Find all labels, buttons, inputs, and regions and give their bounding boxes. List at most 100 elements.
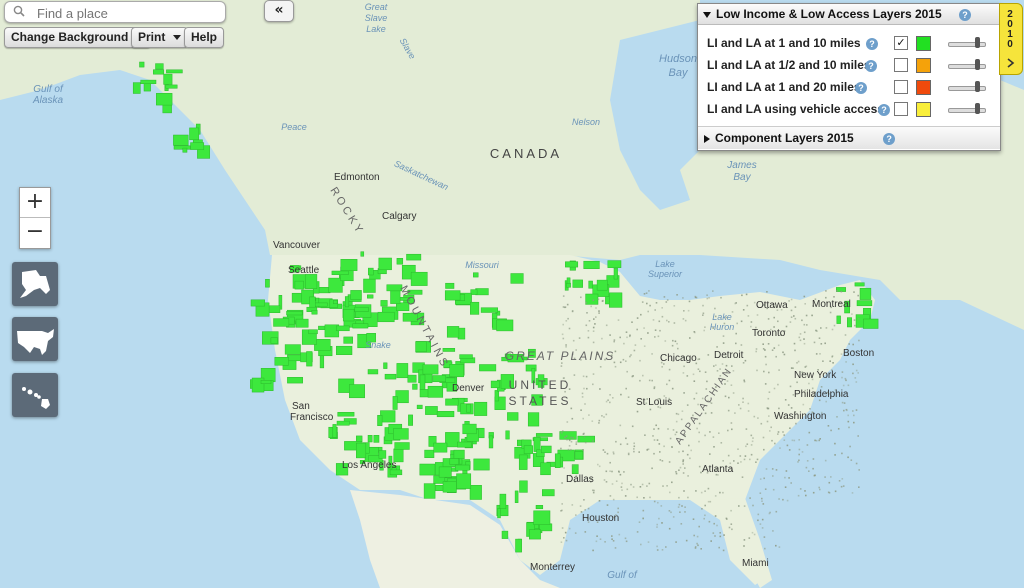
tract-patch	[535, 505, 544, 510]
tract-speckle	[719, 532, 721, 534]
tract-speckle	[627, 452, 630, 455]
tract-patch	[380, 300, 388, 307]
tract-speckle	[778, 369, 780, 371]
tract-speckle	[689, 337, 691, 339]
layer-checkbox[interactable]	[894, 102, 908, 116]
tract-speckle	[741, 476, 744, 478]
tract-speckle	[666, 383, 668, 386]
opacity-slider[interactable]	[948, 64, 986, 69]
tract-speckle	[820, 343, 823, 345]
search-icon	[13, 5, 25, 17]
tract-speckle	[698, 465, 701, 468]
tract-speckle	[743, 379, 745, 382]
tract-speckle	[712, 532, 715, 534]
change-background-button[interactable]: Change Background	[4, 27, 152, 48]
tract-speckle	[678, 451, 680, 453]
zoom-out-button[interactable]: −	[20, 218, 50, 247]
tract-speckle	[798, 453, 800, 456]
tract-speckle	[644, 434, 646, 436]
alaska-view-button[interactable]	[12, 262, 58, 306]
help-button[interactable]: Help	[184, 27, 225, 48]
opacity-slider[interactable]	[948, 42, 986, 47]
tract-speckle	[629, 355, 631, 358]
help-icon[interactable]: ?	[866, 38, 878, 50]
tract-patch	[446, 326, 460, 338]
tract-speckle	[749, 497, 751, 499]
component-layers-header[interactable]: Component Layers 2015 ?	[698, 126, 1000, 149]
tract-speckle	[744, 359, 747, 362]
layer-checkbox[interactable]: ✓	[894, 36, 908, 50]
tract-speckle	[794, 306, 797, 308]
tract-speckle	[592, 341, 595, 344]
opacity-slider[interactable]	[948, 86, 986, 91]
hawaii-view-button[interactable]	[12, 373, 58, 417]
tract-speckle	[641, 301, 644, 303]
tract-speckle	[657, 335, 660, 338]
opacity-slider[interactable]	[948, 108, 986, 113]
layer-checkbox[interactable]	[894, 58, 908, 72]
tract-speckle	[573, 374, 576, 376]
search-input[interactable]	[35, 4, 219, 22]
tract-speckle	[592, 330, 595, 332]
layer-row-half-10[interactable]: LI and LA at 1/2 and 10 miles ?	[698, 56, 1000, 74]
tract-speckle	[837, 428, 840, 430]
tract-speckle	[762, 436, 765, 439]
layer-row-1-10[interactable]: LI and LA at 1 and 10 miles ? ✓	[698, 34, 1000, 52]
zoom-in-button[interactable]: +	[20, 188, 50, 218]
tract-speckle	[824, 459, 827, 462]
help-icon[interactable]: ?	[959, 8, 971, 21]
tract-speckle	[562, 323, 564, 326]
tract-speckle	[659, 451, 661, 453]
tract-speckle	[661, 307, 663, 309]
tract-patch	[313, 302, 328, 307]
opacity-slider-knob[interactable]	[975, 59, 980, 70]
layer-label: LI and LA using vehicle access	[707, 102, 884, 116]
opacity-slider-knob[interactable]	[975, 37, 980, 48]
tract-speckle	[852, 363, 854, 366]
contiguous-us-view-button[interactable]	[12, 317, 58, 361]
tract-speckle	[684, 319, 687, 322]
tract-speckle	[759, 478, 762, 480]
tract-patch	[533, 510, 551, 525]
tract-speckle	[675, 420, 678, 423]
tract-speckle	[568, 445, 571, 447]
layer-checkbox[interactable]	[894, 80, 908, 94]
tract-speckle	[730, 422, 733, 424]
tract-speckle	[663, 296, 666, 298]
tract-speckle	[624, 495, 627, 497]
tract-speckle	[759, 523, 762, 525]
city-ottawa: Ottawa	[756, 300, 788, 311]
tract-speckle	[808, 470, 810, 472]
tract-speckle	[728, 526, 731, 529]
help-icon[interactable]: ?	[855, 82, 867, 94]
tract-speckle	[813, 474, 816, 477]
find-place-search[interactable]	[4, 1, 226, 23]
double-chevron-left-icon: «	[274, 2, 284, 18]
tract-speckle	[753, 533, 756, 536]
layer-row-1-20[interactable]: LI and LA at 1 and 20 miles ?	[698, 78, 1000, 96]
tract-speckle	[801, 451, 804, 453]
tract-speckle	[738, 505, 740, 507]
tract-speckle	[587, 336, 590, 339]
tract-speckle	[625, 437, 627, 440]
city-calgary: Calgary	[382, 211, 416, 222]
collapse-panel-button[interactable]: «	[264, 0, 294, 22]
print-button[interactable]: Print	[131, 27, 189, 48]
opacity-slider-knob[interactable]	[975, 103, 980, 114]
help-icon[interactable]: ?	[883, 132, 896, 145]
tract-speckle	[687, 475, 689, 477]
year-tab[interactable]: 2 0 1 0	[999, 3, 1023, 75]
tract-speckle	[791, 439, 794, 442]
layer-row-vehicle[interactable]: LI and LA using vehicle access ?	[698, 100, 1000, 118]
tract-patch	[473, 458, 490, 471]
tract-speckle	[593, 318, 595, 320]
help-icon[interactable]: ?	[878, 104, 890, 116]
tract-speckle	[620, 393, 622, 396]
opacity-slider-knob[interactable]	[975, 81, 980, 92]
tract-patch	[554, 453, 561, 468]
tract-speckle	[851, 492, 854, 494]
help-icon[interactable]: ?	[865, 60, 877, 72]
print-label: Print	[138, 30, 166, 44]
tract-speckle	[747, 402, 750, 405]
layers-panel-header[interactable]: Low Income & Low Access Layers 2015 ?	[698, 4, 1000, 25]
